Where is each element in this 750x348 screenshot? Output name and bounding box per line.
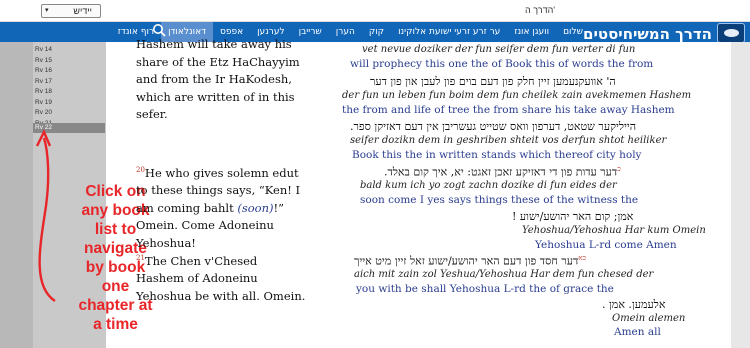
gloss-line: Yehoshua L-rd come Amen [535, 239, 677, 251]
edition-label: הדרך ה' [525, 5, 555, 15]
gloss-line: soon come I yes says things these of the… [360, 194, 639, 206]
gloss-line: you with be shall Yehoshua L-rd the of g… [356, 283, 614, 295]
chapter-item[interactable]: Rv 18 [33, 87, 105, 97]
verse-italic: (soon) [237, 200, 274, 215]
yiddish-line: אמן; קום האר יהושע/ישוע ! [512, 210, 634, 223]
nav-item-shalom[interactable]: שלום [556, 22, 590, 42]
verse-number: 20 [136, 166, 145, 174]
english-verse-21: 21The Chen v'Chesed Hashem of Adoneinu Y… [136, 250, 306, 305]
site-logo[interactable] [717, 23, 745, 43]
verse-number: 21 [136, 254, 145, 262]
gloss-line: Amen all [614, 326, 661, 338]
scrollbar-track[interactable] [731, 42, 750, 348]
english-verse-20: 20He who gives solemn edut to these thin… [136, 162, 306, 252]
chapter-item[interactable]: Rv 14 [33, 45, 105, 55]
chapter-item[interactable]: Rv 20 [33, 108, 105, 118]
chapter-item[interactable]: Rv 19 [33, 98, 105, 108]
gloss-line: will prophecy this one the of Book this … [350, 58, 654, 70]
search-icon[interactable] [152, 23, 166, 37]
transliteration-line: bald kum ich yo zogt zachn dozike di fun… [360, 180, 617, 191]
english-paragraph-1: Hashem will take away his share of the E… [136, 37, 300, 121]
yiddish-line: אלעמען. אמן . [602, 298, 666, 311]
gloss-line: the from and life of tree the from share… [342, 104, 675, 116]
yiddish-text: דער עדות פון די דאזיקע זאכן זאגט: יא, אי… [384, 165, 618, 179]
annotation-line: a time [93, 316, 138, 333]
language-select-value: יידיש [73, 6, 92, 16]
chevron-down-icon: ▾ [45, 7, 49, 14]
verse-number: כ [617, 165, 621, 173]
red-arrow-icon [35, 129, 56, 303]
yiddish-line: ה' אוועקנעמען זיין חלק פון דעם בוים פון … [370, 75, 616, 88]
transliteration-line: vet nevue doziker der fun seifer dem fun… [362, 44, 636, 55]
nav-item-about[interactable]: וועגן אונז [507, 22, 556, 42]
verse-text: The Chen v'Chesed Hashem of Adoneinu Yeh… [136, 253, 306, 303]
yiddish-text: דער חסד פון דעם האר יהושע/ישוע זאל זיין … [354, 254, 579, 268]
transliteration-line: aich mit zain zol Yeshua/Yehoshua Har de… [354, 269, 654, 280]
transliteration-line: der fun un leben fun boim dem fun cheile… [342, 90, 692, 101]
gloss-line: Book this the in written stands which th… [352, 149, 642, 161]
yiddish-line: כדער עדות פון די דאזיקע זאכן זאגט: יא, א… [384, 165, 621, 179]
transliteration-line: Yehoshua/Yehoshua Har kum Omein [522, 225, 706, 236]
yiddish-line: הייליקער שטאט, דערפון וואס שטייט געשריבן… [350, 120, 637, 133]
transliteration-line: Omein alemen [612, 313, 686, 324]
nav-item-mission[interactable]: ער זרע זרעי ישועת אלוקינו [391, 22, 507, 42]
chapter-item[interactable]: Rv 16 [33, 66, 105, 76]
yiddish-line: כאדער חסד פון דעם האר יהושע/ישוע זאל זיי… [354, 254, 586, 268]
top-bar: ▾ יידיש הדרך ה' [0, 0, 750, 22]
site-brand[interactable]: הדרך המשיחיסטים [583, 25, 712, 43]
nav-item-hear[interactable]: הערן [329, 22, 362, 42]
chapter-item[interactable]: Rv 15 [33, 56, 105, 66]
verse-number: כא [578, 254, 586, 262]
nav-item-look[interactable]: קוק [362, 22, 391, 42]
transliteration-line: seifer dozikn dem in geshriben shteit vo… [350, 135, 667, 146]
chapter-item[interactable]: Rv 17 [33, 77, 105, 87]
language-select[interactable]: ▾ יידיש [41, 4, 101, 18]
